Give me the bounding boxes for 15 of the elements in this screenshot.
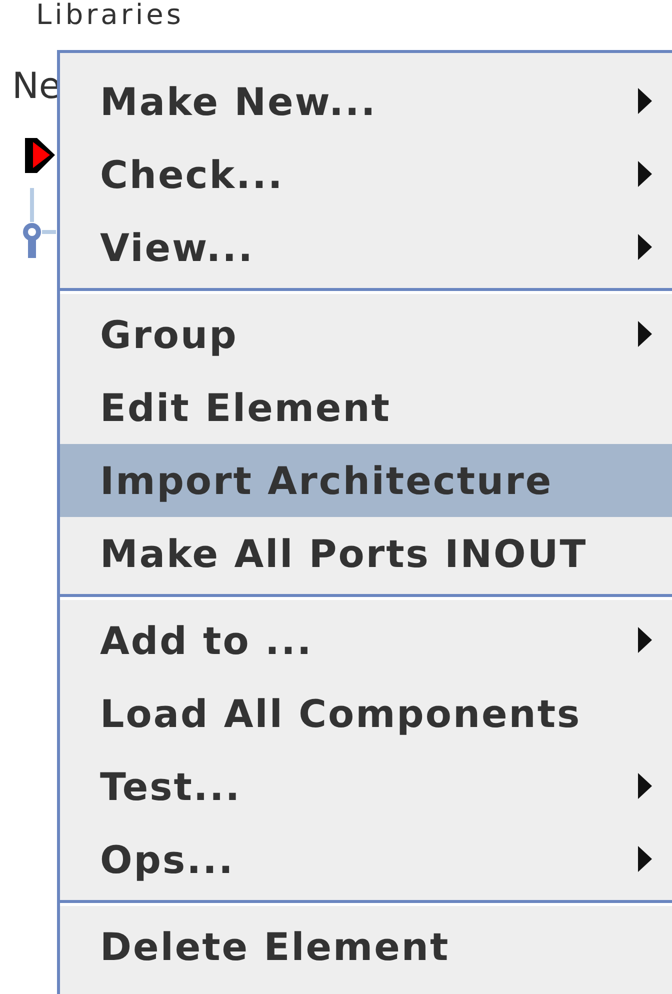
menu-item[interactable]: Check... — [60, 138, 672, 211]
menu-item[interactable]: Ops... — [60, 823, 672, 896]
menu-item[interactable]: Delete Element — [60, 910, 672, 983]
menu-item[interactable]: Add to ... — [60, 604, 672, 677]
menu-item[interactable]: Test... — [60, 750, 672, 823]
panel-title: Libraries — [35, 0, 185, 33]
tree-label: Ne — [12, 66, 62, 107]
play-icon — [25, 138, 55, 174]
menu-item[interactable]: Make All Ports INOUT — [60, 517, 672, 590]
menu-item[interactable]: Edit Element — [60, 371, 672, 444]
menu-item[interactable]: Make New... — [60, 65, 672, 138]
menu-item[interactable]: Load All Components — [60, 677, 672, 750]
menu-item[interactable]: Group — [60, 298, 672, 371]
menu-item[interactable]: Import Architecture — [60, 444, 672, 517]
menu-item[interactable]: View... — [60, 211, 672, 284]
